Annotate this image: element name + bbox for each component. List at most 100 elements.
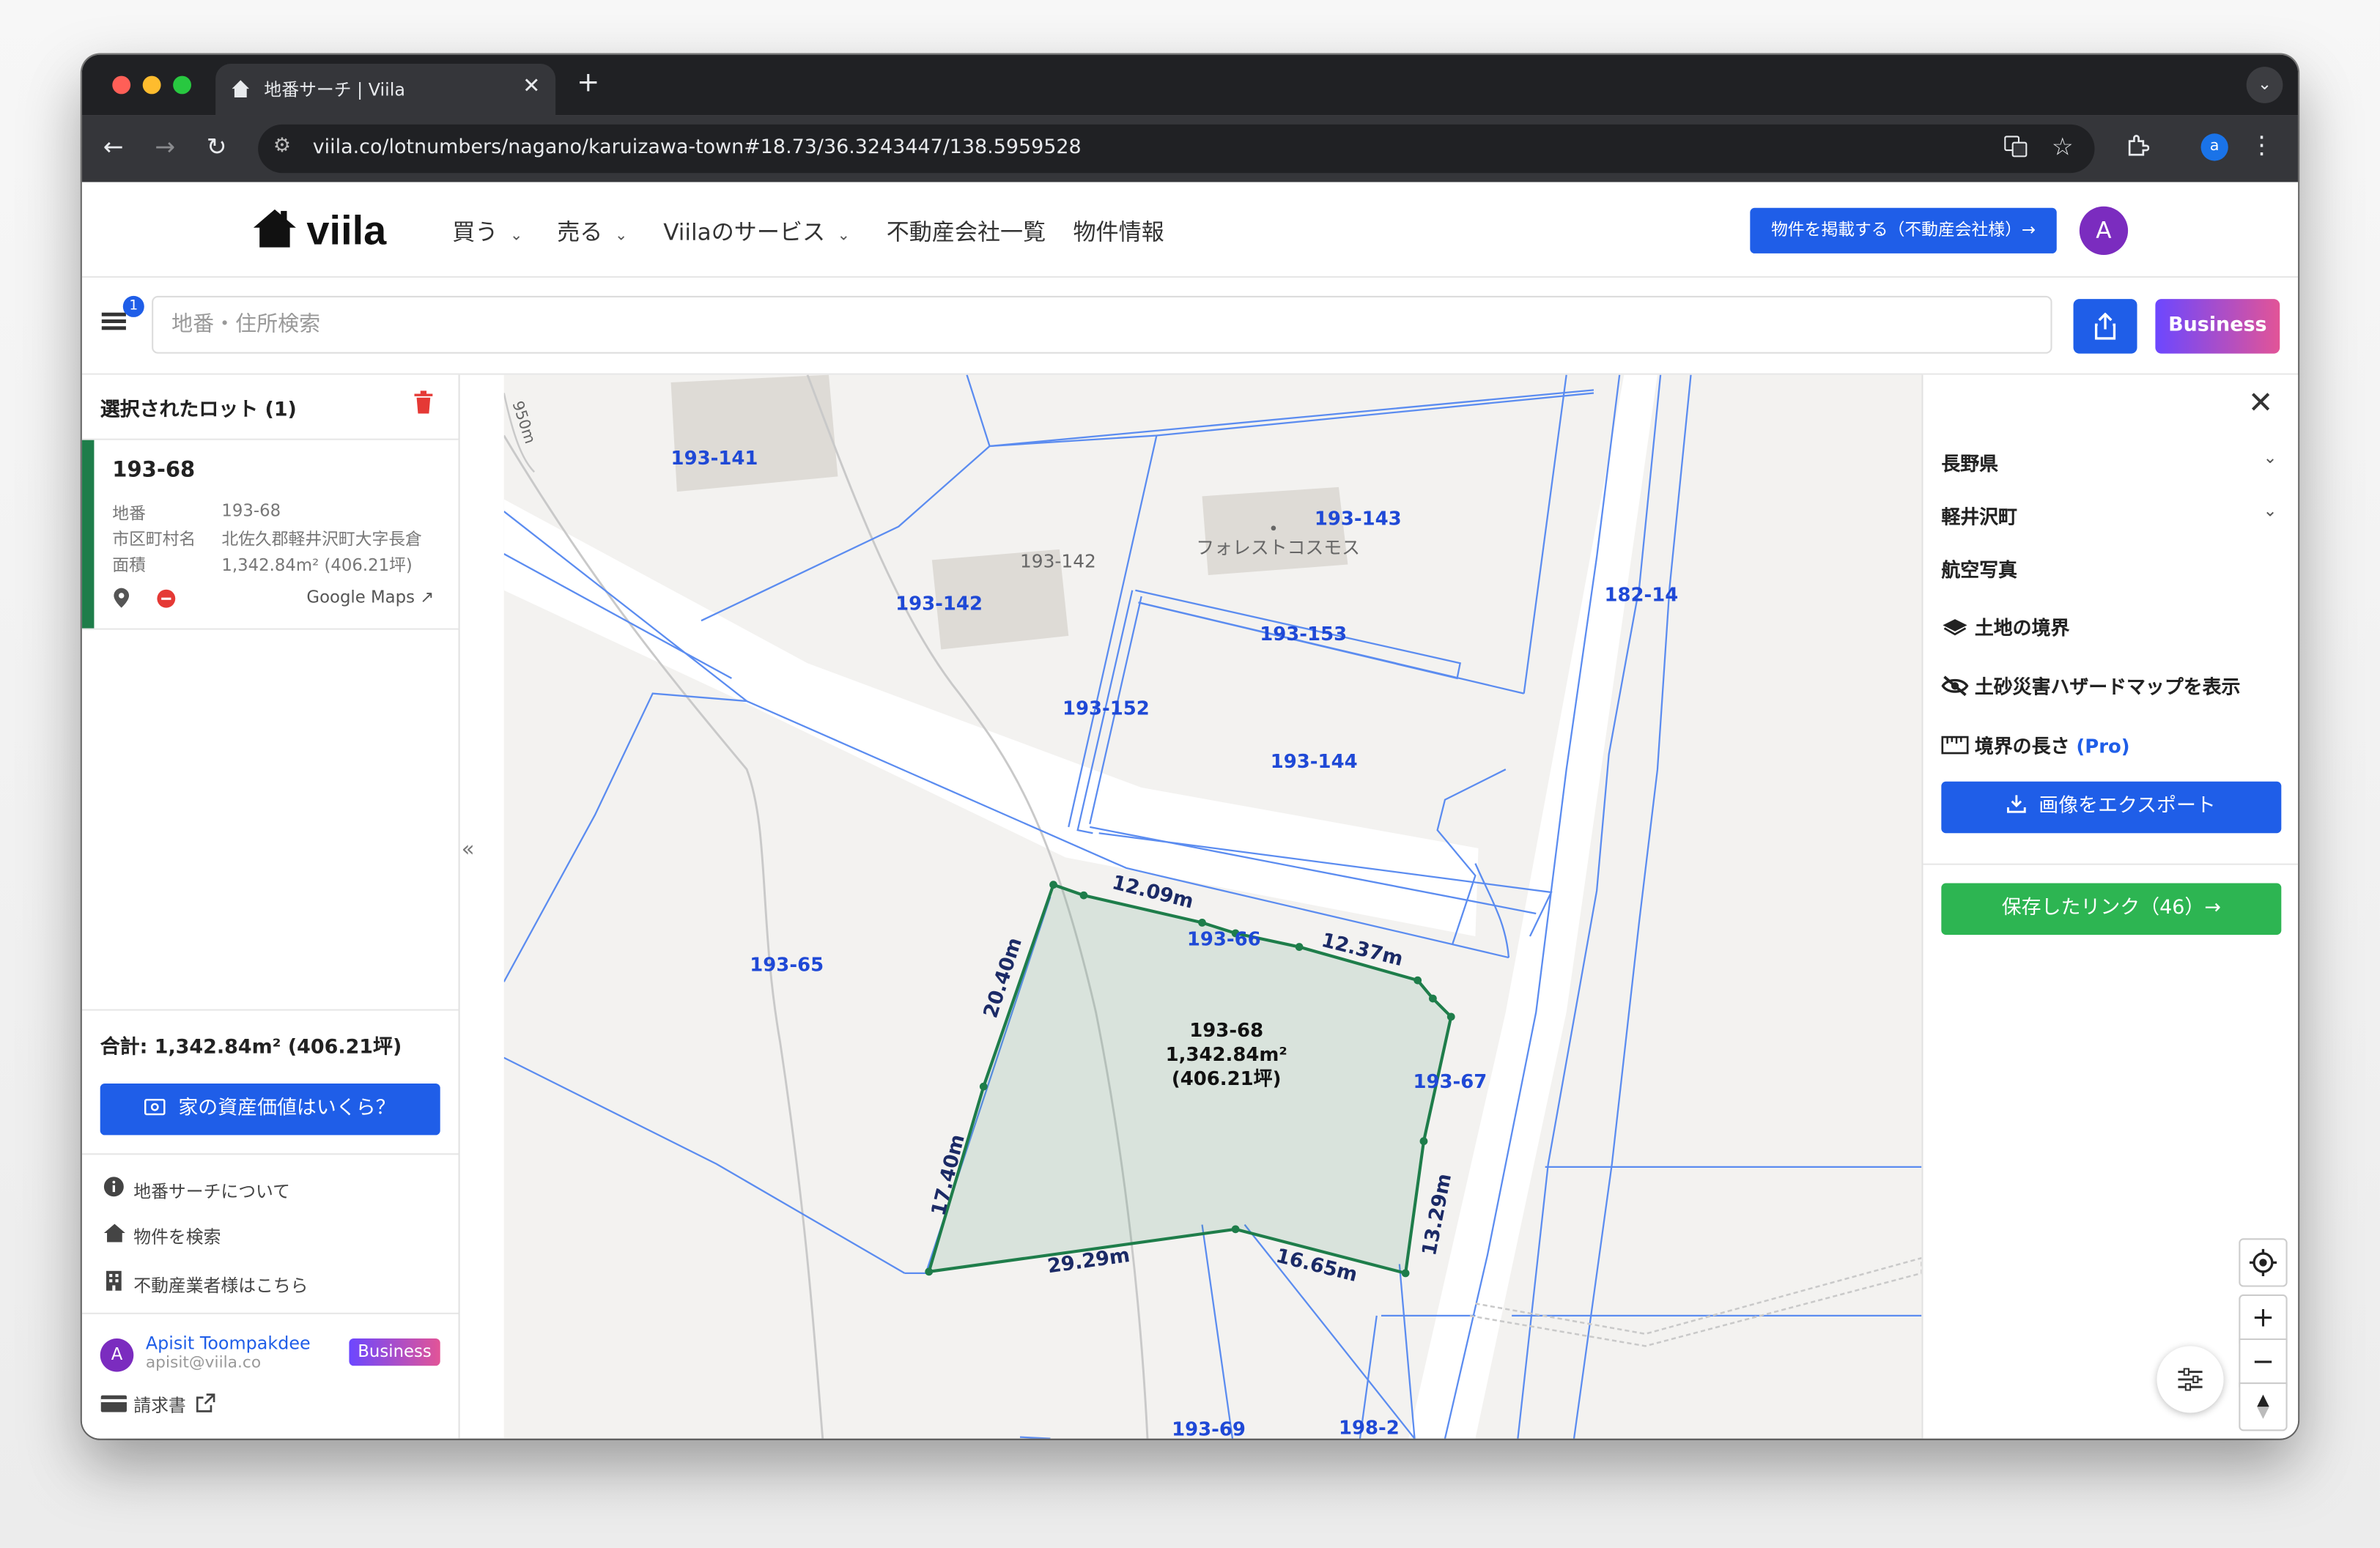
- town-select[interactable]: 軽井沢町: [1941, 501, 2017, 530]
- location-pin-icon[interactable]: [112, 588, 130, 609]
- maximize-window-button[interactable]: [173, 75, 191, 95]
- lot-label[interactable]: 193-153: [1260, 622, 1347, 645]
- nav-sell-label: 売る: [557, 218, 603, 246]
- lot-actions: [112, 586, 176, 615]
- boundary-length-toggle[interactable]: 境界の長さ (Pro): [1941, 730, 2130, 758]
- lot-label[interactable]: 193-144: [1271, 749, 1358, 772]
- site-settings-icon[interactable]: ⚙: [273, 135, 291, 158]
- forward-icon[interactable]: →: [155, 132, 175, 160]
- about-link[interactable]: 地番サーチについて: [100, 1176, 290, 1203]
- nav-agencies[interactable]: 不動産会社一覧: [887, 215, 1046, 247]
- hazard-map-toggle[interactable]: 土砂災害ハザードマップを表示: [1941, 671, 2240, 700]
- land-boundary-toggle[interactable]: 土地の境界: [1941, 612, 2069, 640]
- aerial-photo-toggle[interactable]: 航空写真: [1941, 554, 2017, 582]
- close-tab-icon[interactable]: ✕: [522, 74, 540, 98]
- list-property-button[interactable]: 物件を掲載する（不動産会社様）→: [1750, 207, 2057, 253]
- tab-title: 地番サーチ | Viila: [264, 78, 405, 100]
- bookmark-star-icon[interactable]: ☆: [2052, 132, 2074, 160]
- reload-icon[interactable]: ↻: [207, 132, 227, 160]
- minimize-window-button[interactable]: [142, 75, 161, 95]
- lot-card[interactable]: 193-68 地番 193-68 市区町村名 北佐久郡軽井沢町大字長倉 面積 1,34…: [81, 438, 459, 630]
- user-box: A Apisit Toompakdee apisit@viila.co Busi…: [81, 1312, 459, 1416]
- export-image-button[interactable]: 画像をエクスポート: [1941, 781, 2282, 834]
- lot-label[interactable]: 193-67: [1413, 1070, 1487, 1092]
- profile-avatar[interactable]: a: [2200, 133, 2228, 161]
- extensions-icon[interactable]: [2125, 133, 2150, 163]
- saved-links-button[interactable]: 保存したリンク（46）→: [1941, 883, 2282, 935]
- export-image-label: 画像をエクスポート: [2039, 795, 2216, 818]
- new-tab-button[interactable]: +: [577, 67, 599, 98]
- viila-logo[interactable]: viila: [252, 207, 386, 255]
- share-button[interactable]: [2073, 299, 2137, 354]
- lot-label[interactable]: 193-142: [895, 592, 983, 615]
- trash-icon[interactable]: [413, 390, 434, 420]
- invoice-label: 請求書: [133, 1394, 186, 1416]
- nav-buy[interactable]: 買う ⌄: [452, 215, 522, 247]
- back-icon[interactable]: ←: [103, 132, 124, 160]
- lot-label[interactable]: 193-143: [1315, 507, 1402, 530]
- site-header: viila 買う ⌄ 売る ⌄ Viilaのサービス ⌄ 不動産会社一覧 物件情報 物…: [81, 182, 2299, 278]
- search-properties-link[interactable]: 物件を検索: [100, 1223, 221, 1249]
- external-link-icon: [186, 1393, 215, 1416]
- close-window-button[interactable]: [112, 75, 131, 95]
- nav-buy-label: 買う: [452, 218, 498, 246]
- lot-label[interactable]: 198-2: [1339, 1416, 1400, 1439]
- nav-sell[interactable]: 売る ⌄: [557, 215, 627, 247]
- invoice-link[interactable]: 請求書: [100, 1393, 215, 1418]
- compass-icon: [2257, 1394, 2269, 1419]
- nav-properties[interactable]: 物件情報: [1073, 215, 1164, 247]
- browser-tab[interactable]: 地番サーチ | Viila ✕: [215, 63, 556, 116]
- map-settings-button[interactable]: [2157, 1346, 2224, 1413]
- geolocate-button[interactable]: [2239, 1238, 2288, 1287]
- lot-label[interactable]: 193-65: [750, 953, 824, 976]
- url-bar[interactable]: ⚙ viila.co/lotnumbers/nagano/karuizawa-t…: [258, 124, 2095, 174]
- address-bar-row: ← → ↻ ⚙ viila.co/lotnumbers/nagano/karui…: [81, 115, 2299, 182]
- chevron-down-icon[interactable]: ⌄: [2263, 501, 2277, 521]
- home-value-button[interactable]: 家の資産価値はいくら？: [100, 1083, 440, 1136]
- hazard-map-label: 土砂災害ハザードマップを表示: [1974, 675, 2241, 698]
- sliders-icon: [2178, 1368, 2203, 1391]
- lot-label[interactable]: 193-141: [671, 446, 758, 469]
- lot-label[interactable]: 193-69: [1172, 1418, 1246, 1439]
- nav-services[interactable]: Viilaのサービス ⌄: [663, 215, 850, 247]
- chevron-down-icon[interactable]: ⌄: [2263, 448, 2277, 467]
- boundary-length-label: 境界の長さ: [1974, 734, 2070, 758]
- lot-label[interactable]: 193-152: [1062, 697, 1150, 719]
- lot-label[interactable]: 193-66: [1187, 927, 1261, 950]
- lot-label[interactable]: 182-14: [1604, 582, 1678, 605]
- collapse-panel-icon[interactable]: «: [462, 837, 475, 862]
- zoom-in-button[interactable]: +: [2239, 1294, 2288, 1344]
- more-menu-icon[interactable]: ⋮: [2250, 130, 2274, 159]
- about-link-label: 地番サーチについて: [133, 1180, 290, 1202]
- translate-icon[interactable]: [2003, 133, 2028, 163]
- field-value: 193-68: [221, 500, 281, 521]
- field-value: 1,342.84m² (406.21坪): [221, 555, 413, 576]
- chevron-down-icon: ⌄: [837, 227, 851, 245]
- user-avatar-small[interactable]: A: [100, 1338, 134, 1372]
- search-input[interactable]: 地番・住所検索: [152, 295, 2052, 354]
- zoom-out-button[interactable]: −: [2239, 1338, 2288, 1388]
- chevron-down-icon: ⌄: [614, 227, 628, 245]
- user-avatar[interactable]: A: [2079, 206, 2129, 255]
- map-canvas[interactable]: 950m 193-141 193-142 193-142 193-143 フォレ…: [503, 374, 1922, 1439]
- divider: [81, 1153, 459, 1155]
- lot-color-bar: [81, 440, 95, 629]
- building-label: 193-142: [1019, 550, 1096, 572]
- business-button[interactable]: Business: [2155, 299, 2280, 354]
- google-maps-link[interactable]: Google Maps ↗: [306, 588, 434, 607]
- business-badge: Business: [349, 1338, 440, 1366]
- prefecture-select[interactable]: 長野県: [1941, 448, 1998, 476]
- lot-field-row: 地番 193-68: [112, 501, 281, 525]
- tab-search-button[interactable]: ⌄: [2246, 67, 2283, 103]
- panel-title: 選択されたロット (1): [100, 399, 297, 422]
- remove-lot-icon[interactable]: [157, 589, 177, 609]
- info-icon: [100, 1176, 128, 1201]
- selected-lot-area: 1,342.84m²: [1165, 1043, 1287, 1066]
- money-icon: [144, 1098, 166, 1116]
- for-agents-link[interactable]: 不動産業者様はこちら: [100, 1270, 308, 1297]
- user-name[interactable]: Apisit Toompakdee: [146, 1333, 311, 1354]
- compass-button[interactable]: [2239, 1382, 2288, 1432]
- layers-icon: [1943, 619, 1967, 636]
- close-icon[interactable]: ✕: [2248, 384, 2274, 421]
- target-icon: [2249, 1248, 2277, 1277]
